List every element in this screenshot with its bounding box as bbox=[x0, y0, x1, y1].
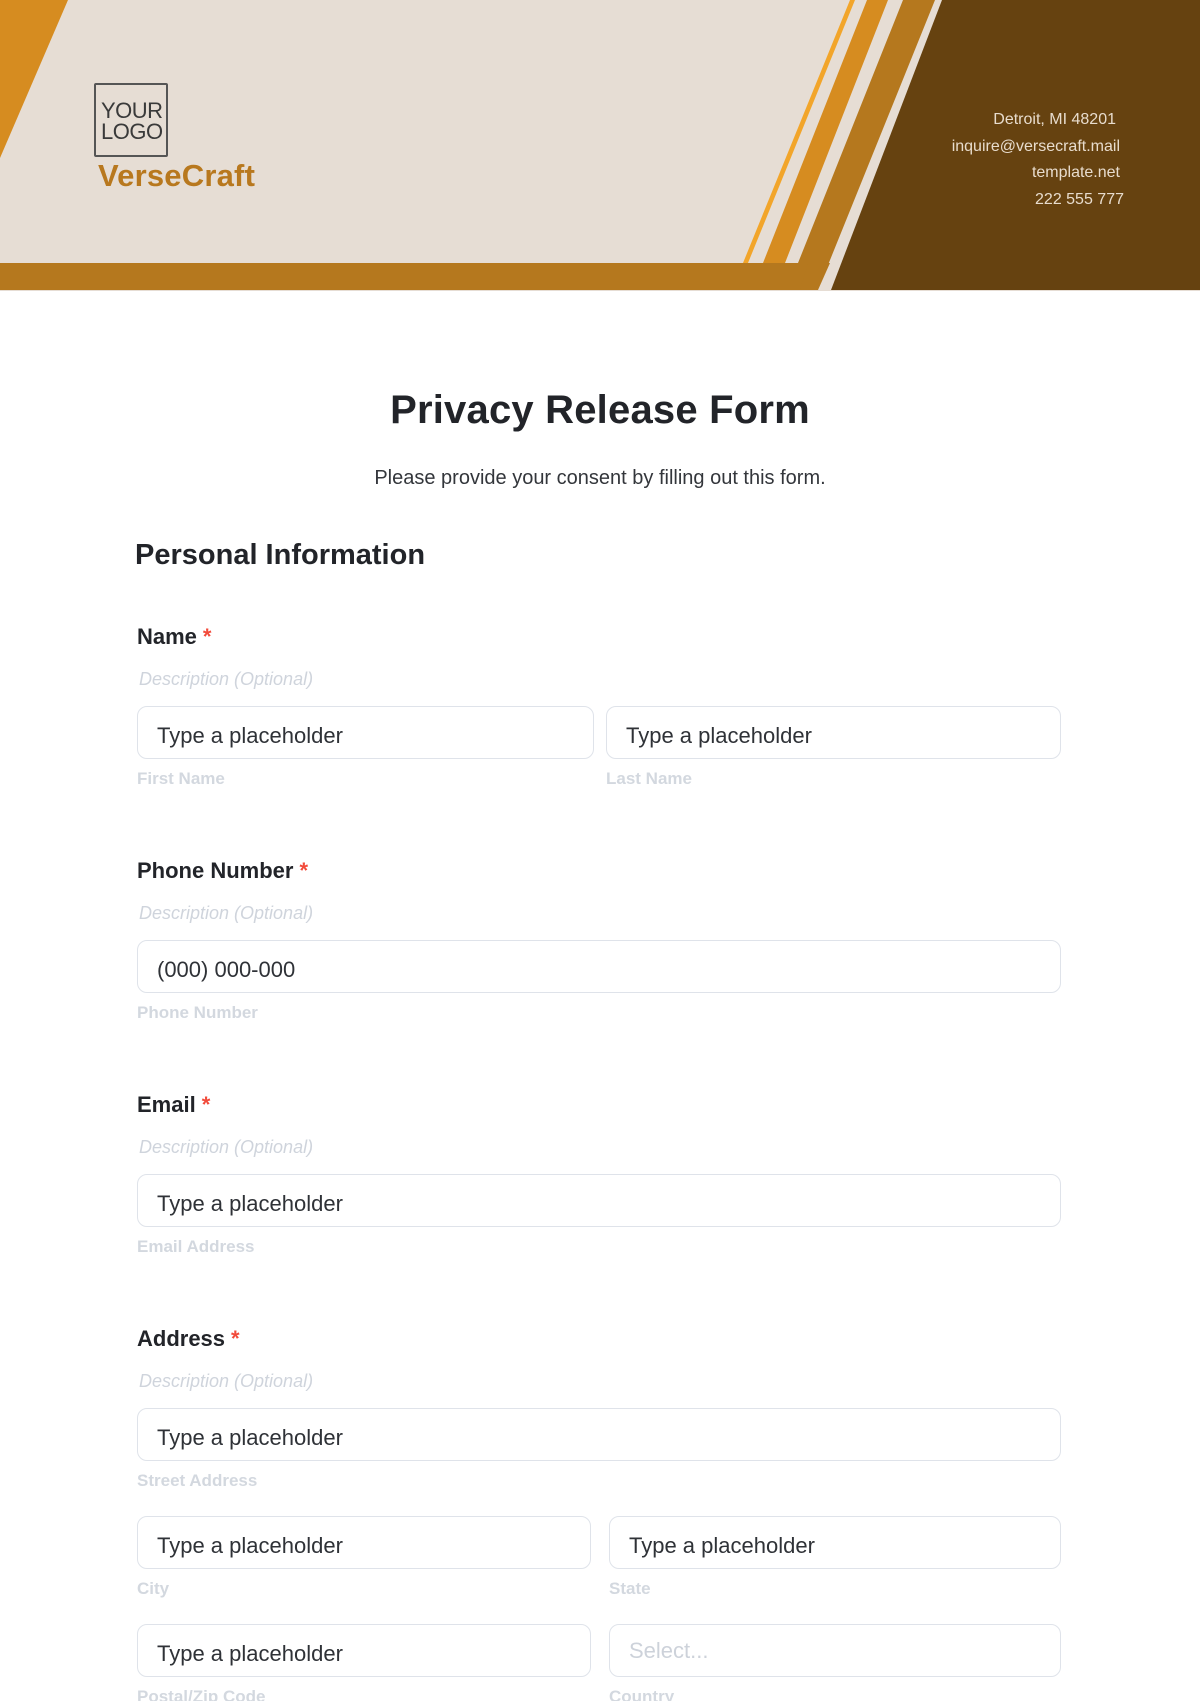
city-sublabel: City bbox=[137, 1579, 170, 1598]
email-label: Email * bbox=[137, 1092, 210, 1118]
last-name-input[interactable]: Type a placeholder bbox=[606, 706, 1061, 759]
address-label: Address * bbox=[137, 1326, 240, 1352]
country-sublabel: Country bbox=[609, 1687, 675, 1701]
contact-phone: 222 555 777 bbox=[1035, 190, 1124, 208]
email-label-text: Email bbox=[137, 1092, 196, 1117]
logo-text-line1: YOUR bbox=[101, 98, 163, 123]
address-description: Description (Optional) bbox=[139, 1371, 314, 1391]
street-address-sublabel: Street Address bbox=[137, 1471, 258, 1490]
address-label-text: Address bbox=[137, 1326, 226, 1351]
contact-email: inquire@versecraft.mail bbox=[951, 137, 1120, 155]
postal-code-input[interactable]: Type a placeholder bbox=[137, 1624, 591, 1677]
bottom-gold-band bbox=[0, 263, 830, 290]
email-description: Description (Optional) bbox=[139, 1137, 314, 1157]
email-input[interactable]: Type a placeholder bbox=[137, 1174, 1061, 1227]
phone-description: Description (Optional) bbox=[139, 903, 314, 923]
first-name-sublabel: First Name bbox=[137, 769, 225, 788]
first-name-input[interactable]: Type a placeholder bbox=[137, 706, 594, 759]
contact-info: Detroit, MI 48201 inquire@versecraft.mai… bbox=[952, 107, 1124, 213]
street-address-input[interactable]: Type a placeholder bbox=[137, 1408, 1061, 1461]
contact-website: template.net bbox=[1031, 164, 1120, 181]
country-select[interactable]: Select... bbox=[609, 1624, 1061, 1677]
last-name-sublabel: Last Name bbox=[606, 769, 692, 788]
form-title: Privacy Release Form bbox=[390, 388, 810, 432]
logo-placeholder: YOUR LOGO bbox=[94, 83, 168, 157]
phone-sublabel: Phone Number bbox=[137, 1003, 258, 1022]
name-label: Name * bbox=[137, 624, 211, 650]
state-input[interactable]: Type a placeholder bbox=[609, 1516, 1061, 1569]
required-asterisk: * bbox=[231, 1326, 240, 1351]
name-label-text: Name bbox=[137, 624, 197, 649]
logo-text-line2: LOGO bbox=[101, 119, 163, 144]
left-orange-wedge bbox=[0, 0, 68, 158]
form-subtitle: Please provide your consent by filling o… bbox=[374, 467, 826, 489]
phone-label-text: Phone Number bbox=[137, 858, 294, 883]
phone-input[interactable]: (000) 000-000 bbox=[137, 940, 1061, 993]
section-title-personal-information: Personal Information bbox=[135, 539, 426, 571]
required-asterisk: * bbox=[299, 858, 309, 883]
email-sublabel: Email Address bbox=[137, 1237, 255, 1256]
name-description: Description (Optional) bbox=[139, 669, 314, 689]
page-header: YOUR LOGO VerseCraft Detroit, MI 48201 i… bbox=[0, 0, 1200, 291]
required-asterisk: * bbox=[201, 1092, 211, 1117]
brand-name: VerseCraft bbox=[98, 158, 256, 193]
state-sublabel: State bbox=[609, 1579, 651, 1598]
postal-code-sublabel: Postal/Zip Code bbox=[137, 1687, 266, 1701]
required-asterisk: * bbox=[202, 624, 212, 649]
contact-address: Detroit, MI 48201 bbox=[993, 111, 1116, 128]
phone-label: Phone Number * bbox=[137, 858, 308, 884]
city-input[interactable]: Type a placeholder bbox=[137, 1516, 591, 1569]
